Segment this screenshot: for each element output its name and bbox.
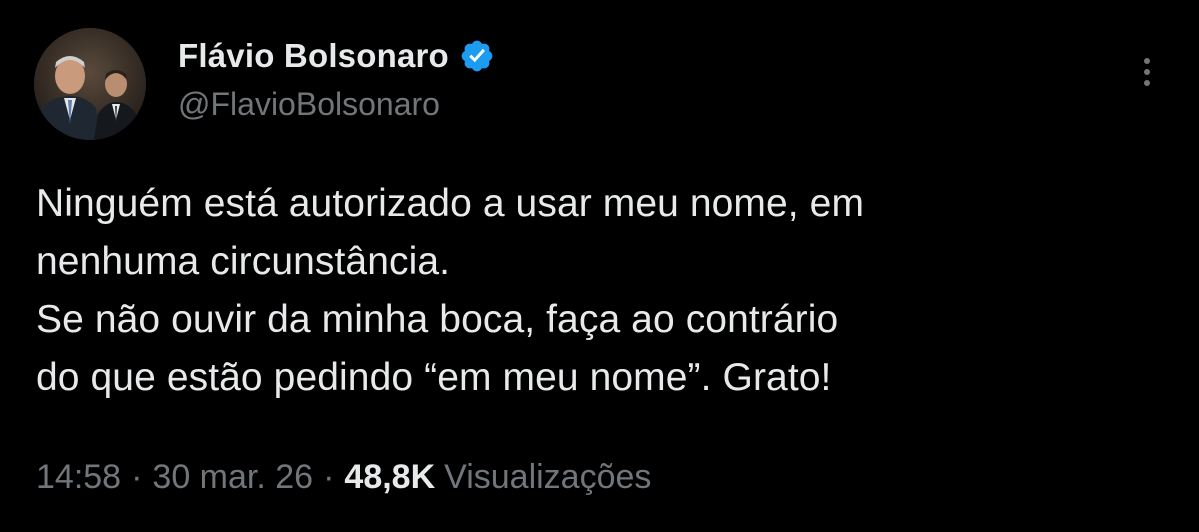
avatar-photo	[34, 28, 146, 140]
tweet-date[interactable]: 30 mar. 26	[152, 458, 313, 497]
more-options-icon[interactable]	[1130, 52, 1164, 92]
tweet-text-line: do que estão pedindo “em meu nome”. Grat…	[36, 356, 832, 399]
tweet-card: Flávio Bolsonaro @FlavioBolsonaro Ningué…	[0, 0, 1199, 532]
tweet-text-line: nenhuma circunstância.	[36, 240, 451, 283]
tweet-text: Ninguém está autorizado a usar meu nome,…	[36, 175, 1176, 407]
separator-dot: ·	[323, 458, 335, 496]
avatar[interactable]	[34, 28, 146, 140]
tweet-text-line: Ninguém está autorizado a usar meu nome,…	[36, 182, 865, 225]
separator-dot: ·	[131, 458, 143, 496]
author-name-row: Flávio Bolsonaro	[178, 34, 495, 78]
tweet-text-line: Se não ouvir da minha boca, faça ao cont…	[36, 298, 839, 341]
views-label[interactable]: Visualizações	[444, 458, 651, 497]
author-display-name[interactable]: Flávio Bolsonaro	[178, 37, 449, 75]
author-handle[interactable]: @FlavioBolsonaro	[178, 86, 440, 123]
verified-badge-icon[interactable]	[459, 38, 495, 74]
tweet-metadata: 14:58 · 30 mar. 26 · 48,8K Visualizações	[36, 458, 651, 497]
views-count[interactable]: 48,8K	[344, 458, 435, 497]
tweet-time[interactable]: 14:58	[36, 458, 121, 497]
